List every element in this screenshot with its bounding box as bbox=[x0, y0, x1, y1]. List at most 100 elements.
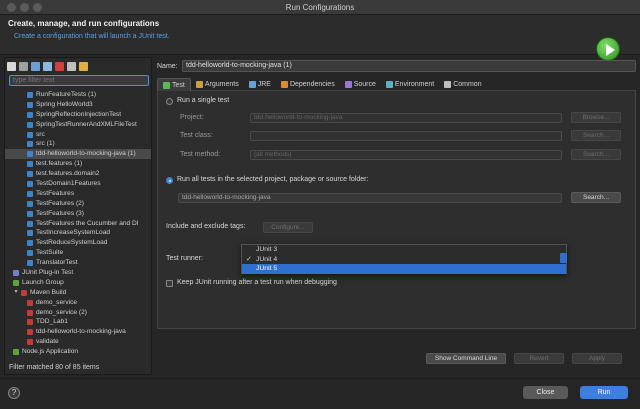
tab-dependencies[interactable]: Dependencies bbox=[276, 78, 340, 91]
maven-config-icon bbox=[21, 289, 27, 296]
keep-running-checkbox[interactable] bbox=[166, 280, 173, 287]
tree-item-label: demo_service bbox=[36, 298, 78, 306]
tab-common[interactable]: Common bbox=[439, 78, 486, 91]
filter-input[interactable]: type filter text bbox=[9, 75, 149, 86]
tree-item-label: TestDomain1Features bbox=[36, 180, 101, 188]
maven-config-icon bbox=[27, 299, 33, 306]
tree-item[interactable]: test.features (1) bbox=[5, 159, 151, 169]
single-test-radio[interactable] bbox=[166, 98, 173, 105]
tree-item[interactable]: src (1) bbox=[5, 139, 151, 149]
dialog-banner: Create, manage, and run configurations C… bbox=[0, 15, 640, 61]
tree-item-label: demo_service (2) bbox=[36, 308, 87, 316]
filter-icon[interactable] bbox=[79, 61, 88, 71]
junit-config-icon bbox=[27, 101, 33, 108]
tree-item-label: TestReduceSystemLoad bbox=[36, 239, 108, 247]
banner-title: Create, manage, and run configurations bbox=[8, 19, 160, 28]
tree-item[interactable]: TestSuite bbox=[5, 248, 151, 258]
tree-item-label: Launch Group bbox=[22, 278, 64, 286]
runner-option[interactable]: JUnit 4 bbox=[242, 255, 566, 265]
tree-item[interactable]: TestFeatures the Cucumber and DI bbox=[5, 219, 151, 229]
tab-source[interactable]: Source bbox=[340, 78, 381, 91]
tree-item-label: src (1) bbox=[36, 140, 55, 148]
launch-group-icon bbox=[13, 279, 19, 286]
tree-item[interactable]: tdd-helloworld-to-mocking-java (1) bbox=[5, 149, 151, 160]
test-runner-dropdown[interactable]: JUnit 3JUnit 4JUnit 5 bbox=[241, 244, 567, 274]
tree-item[interactable]: ▾ Maven Build bbox=[5, 288, 151, 298]
runner-option[interactable]: JUnit 3 bbox=[242, 245, 566, 255]
revert-button[interactable]: Revert bbox=[514, 353, 564, 364]
junit-config-icon bbox=[27, 240, 33, 247]
tab-label: Dependencies bbox=[289, 81, 335, 88]
plugin-test-icon bbox=[13, 269, 19, 276]
show-command-line-button[interactable]: Show Command Line bbox=[426, 353, 506, 364]
tree-item[interactable]: demo_service bbox=[5, 298, 151, 308]
new-configuration-icon[interactable] bbox=[7, 61, 16, 71]
tree-item[interactable]: validate bbox=[5, 337, 151, 347]
dropdown-arrow-icon[interactable] bbox=[560, 253, 567, 263]
tree-item[interactable]: tdd-helloworld-to-mocking-java bbox=[5, 327, 151, 337]
duplicate-icon[interactable] bbox=[43, 61, 52, 71]
project-field[interactable]: tdd-helloworld-to-mocking-java bbox=[250, 113, 562, 123]
search-method-button[interactable]: Search... bbox=[571, 149, 621, 160]
tree-item[interactable]: RunFeatureTests (1) bbox=[5, 90, 151, 100]
tree-item[interactable]: test.features.domain2 bbox=[5, 169, 151, 179]
tree-item-label: validate bbox=[36, 338, 59, 346]
all-tests-radio[interactable] bbox=[166, 177, 173, 184]
single-test-label: Run a single test bbox=[177, 97, 230, 104]
export-icon[interactable] bbox=[31, 61, 40, 71]
tree-item[interactable]: TestIncreaseSystemLoad bbox=[5, 228, 151, 238]
tree-item[interactable]: JUnit Plug-in Test bbox=[5, 268, 151, 278]
tree-item-label: TestSuite bbox=[36, 249, 64, 257]
tab-environment[interactable]: Environment bbox=[381, 78, 439, 91]
maven-config-icon bbox=[27, 309, 33, 316]
tree-item-label: RunFeatureTests (1) bbox=[36, 91, 97, 98]
tree-item[interactable]: TranslatorTest bbox=[5, 258, 151, 268]
configuration-list-pane: type filter text RunFeatureTests (1) Spri… bbox=[4, 57, 152, 375]
tab-jre[interactable]: JRE bbox=[244, 78, 276, 91]
junit-config-icon bbox=[27, 220, 33, 227]
configure-tags-button[interactable]: Configure... bbox=[263, 222, 313, 233]
runner-option[interactable]: JUnit 5 bbox=[242, 264, 566, 274]
tab-test[interactable]: Test bbox=[157, 78, 191, 91]
tree-item[interactable]: Node.js Application bbox=[5, 347, 151, 357]
test-method-field[interactable]: (all methods) bbox=[250, 150, 562, 160]
tree-item[interactable]: TestFeatures (2) bbox=[5, 199, 151, 209]
collapse-all-icon[interactable] bbox=[67, 61, 76, 71]
title-bar: Run Configurations bbox=[0, 0, 640, 15]
tree-item[interactable]: Spring HelloWorld3 bbox=[5, 100, 151, 110]
help-icon[interactable]: ? bbox=[8, 387, 20, 399]
apply-button[interactable]: Apply bbox=[572, 353, 622, 364]
tree-item[interactable]: src bbox=[5, 130, 151, 140]
tree-item[interactable]: demo_service (2) bbox=[5, 308, 151, 318]
test-class-field[interactable] bbox=[250, 131, 562, 141]
tree-item[interactable]: TestFeatures (3) bbox=[5, 209, 151, 219]
run-button[interactable]: Run bbox=[580, 386, 628, 399]
tree-item-label: TranslatorTest bbox=[36, 259, 78, 267]
delete-icon[interactable] bbox=[55, 61, 64, 71]
tree-item-label: JUnit Plug-in Test bbox=[22, 269, 74, 277]
tree-item[interactable]: TDD_Lab1 bbox=[5, 317, 151, 327]
tree-item-label: TestFeatures the Cucumber and DI bbox=[36, 219, 139, 227]
search-container-button[interactable]: Search... bbox=[571, 192, 621, 203]
tab-arguments[interactable]: Arguments bbox=[191, 78, 244, 91]
junit-config-icon bbox=[27, 171, 33, 178]
name-field[interactable]: tdd-helloworld-to-mocking-java (1) bbox=[182, 60, 636, 72]
all-tests-field[interactable]: tdd-helloworld-to-mocking-java bbox=[178, 193, 562, 203]
maven-config-icon bbox=[27, 339, 33, 346]
new-prototype-icon[interactable] bbox=[19, 61, 28, 71]
tree-item[interactable]: SpringTestRunnerAndXMLFileTest bbox=[5, 120, 151, 130]
search-class-button[interactable]: Search... bbox=[571, 130, 621, 141]
configuration-tree: RunFeatureTests (1) Spring HelloWorld3 Spr… bbox=[5, 90, 151, 360]
expand-toggle-icon[interactable]: ▾ bbox=[13, 288, 19, 298]
junit-config-icon bbox=[27, 141, 33, 148]
tree-item[interactable]: Launch Group bbox=[5, 278, 151, 288]
tree-item[interactable]: TestFeatures bbox=[5, 189, 151, 199]
tree-item-label: TestFeatures bbox=[36, 189, 75, 197]
tree-item[interactable]: TestReduceSystemLoad bbox=[5, 238, 151, 248]
browse-button[interactable]: Browse... bbox=[571, 112, 621, 123]
tags-label: Include and exclude tags: bbox=[166, 223, 246, 230]
tree-item[interactable]: TestDomain1Features bbox=[5, 179, 151, 189]
test-icon bbox=[163, 81, 170, 89]
tree-item[interactable]: SpringReflectionInjectionTest bbox=[5, 110, 151, 120]
close-button[interactable]: Close bbox=[523, 386, 568, 399]
